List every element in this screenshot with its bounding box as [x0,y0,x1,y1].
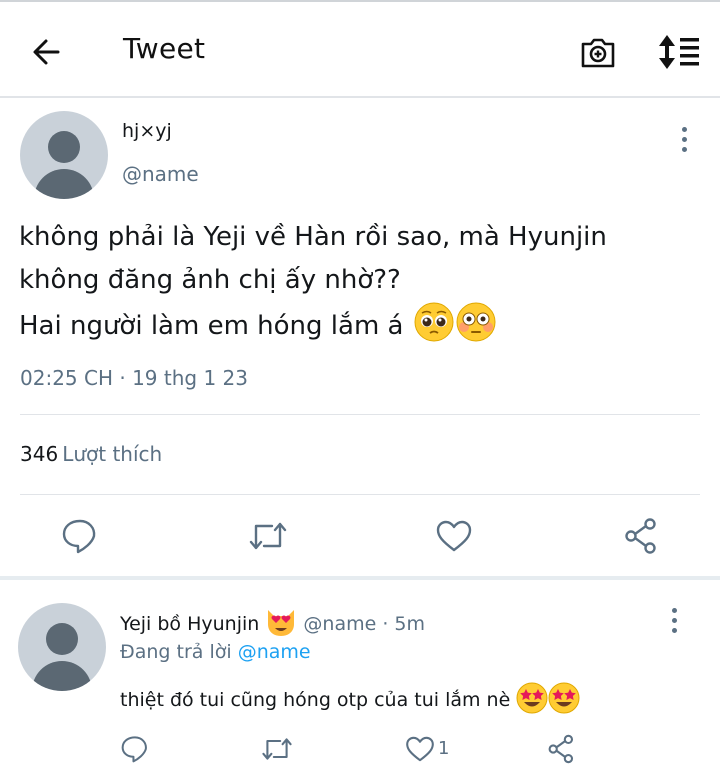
pleading-face-emoji-icon [414,302,454,342]
star-struck-emoji-icon [548,682,580,714]
tweet-text: không phải là Yeji về Hàn rồi sao, mà Hy… [19,222,607,341]
retweet-icon[interactable] [246,516,290,556]
reply-time: · 5m [382,613,426,635]
reply-icon[interactable] [118,733,152,767]
flushed-face-emoji-icon [456,302,496,342]
divider [20,494,700,495]
replying-mention-link[interactable]: @name [238,641,311,663]
share-icon[interactable] [544,733,580,767]
replying-prefix: Đang trả lời [120,641,232,663]
tweet-timestamp: 02:25 CH · 19 thg 1 23 [20,366,248,390]
likes-label: Lượt thích [62,442,163,466]
reply-like-count: 1 [438,738,450,759]
reply-display-name[interactable]: Yeji bồ Hyunjin [120,613,259,635]
tweet-body: không phải là Yeji về Hàn rồi sao, mà Hy… [19,216,699,348]
reply-header: Yeji bồ Hyunjin @name · 5m [120,606,425,638]
sort-lines-icon[interactable] [655,32,701,72]
share-icon[interactable] [620,516,664,556]
reply-handle[interactable]: @name [303,613,376,635]
more-options-icon[interactable] [662,606,686,636]
likes-summary[interactable]: 346 Lượt thích [20,442,162,466]
reply-body: thiệt đó tui cũng hóng otp của tui lắm n… [120,682,580,714]
camera-add-icon[interactable] [578,32,618,72]
section-divider [0,576,720,580]
reply-text: thiệt đó tui cũng hóng otp của tui lắm n… [120,689,511,711]
like-icon[interactable] [402,733,438,767]
retweet-icon[interactable] [259,733,295,767]
divider [20,414,700,415]
top-app-bar: Tweet [0,0,720,98]
like-icon[interactable] [432,516,476,556]
page-title: Tweet [123,32,206,65]
star-struck-emoji-icon [516,682,548,714]
likes-count: 346 [20,442,59,466]
avatar[interactable] [20,111,108,199]
replying-to: Đang trả lời @name [120,641,311,663]
user-handle[interactable]: @name [122,162,199,186]
back-arrow-icon[interactable] [28,32,68,72]
reply-icon[interactable] [58,516,102,556]
avatar[interactable] [18,603,106,691]
heart-eyes-cat-emoji-icon [268,610,295,636]
more-options-icon[interactable] [672,125,696,155]
display-name[interactable]: hj×yj [122,120,172,142]
